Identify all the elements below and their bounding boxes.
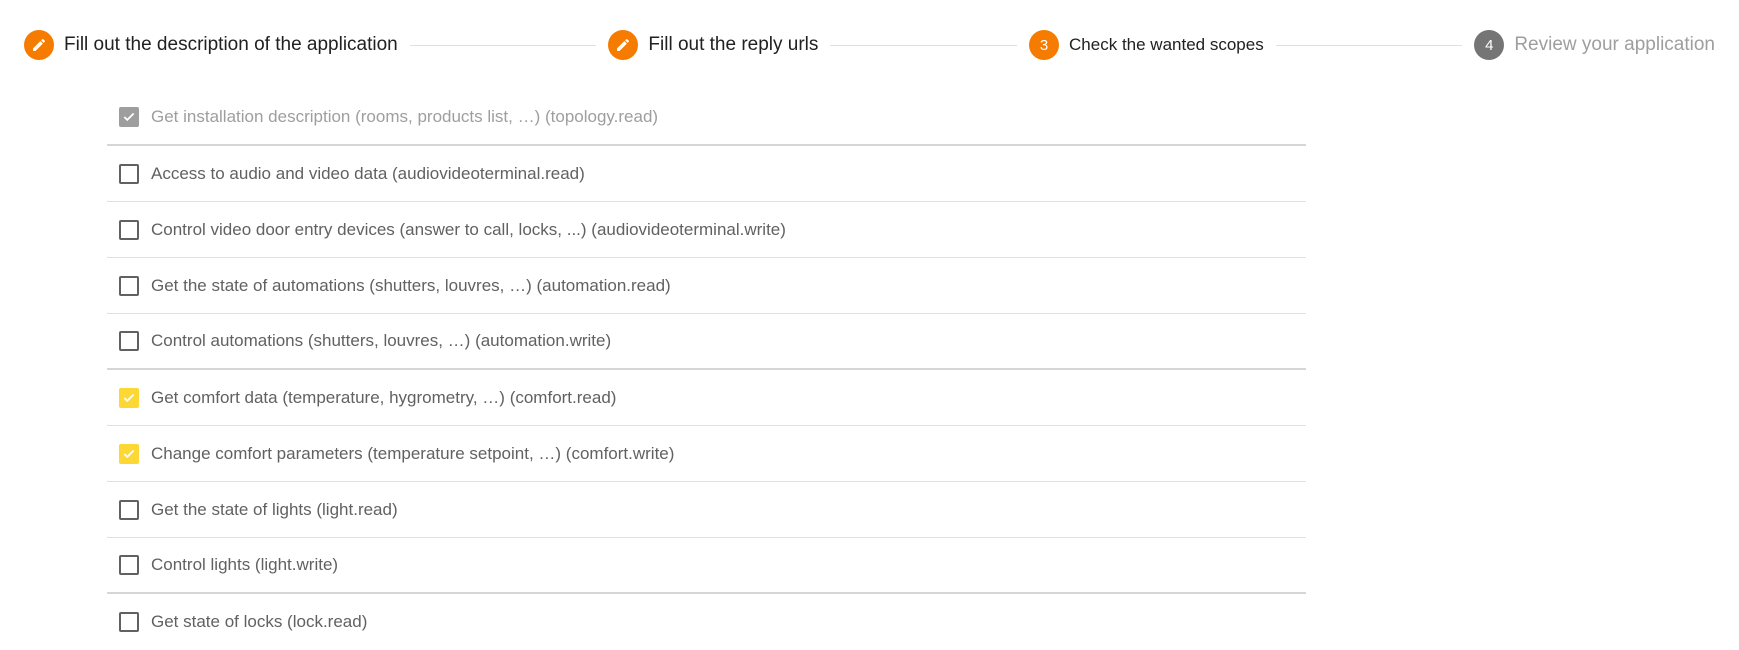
step-label: Check the wanted scopes: [1069, 35, 1264, 54]
step-reply-urls[interactable]: Fill out the reply urls: [608, 30, 818, 60]
scope-label: Get the state of lights (light.read): [151, 499, 398, 519]
scope-comfort-write[interactable]: Change comfort parameters (temperature s…: [107, 426, 1306, 482]
scope-label: Get comfort data (temperature, hygrometr…: [151, 387, 617, 407]
scope-audiovideoterminal-write[interactable]: Control video door entry devices (answer…: [107, 202, 1306, 258]
checkbox: [119, 107, 139, 127]
step-number-badge: 3: [1029, 30, 1060, 60]
pencil-icon: [24, 30, 54, 60]
step-description[interactable]: Fill out the description of the applicat…: [24, 30, 398, 60]
step-number-badge: 4: [1474, 30, 1505, 60]
scope-audiovideoterminal-read[interactable]: Access to audio and video data (audiovid…: [107, 146, 1306, 202]
scope-label: Access to audio and video data (audiovid…: [151, 163, 585, 183]
checkbox[interactable]: [119, 612, 139, 632]
scope-label: Get the state of automations (shutters, …: [151, 275, 671, 295]
scope-automation-write[interactable]: Control automations (shutters, louvres, …: [107, 314, 1306, 370]
checkbox[interactable]: [119, 163, 139, 184]
step-label: Fill out the description of the applicat…: [64, 34, 398, 55]
scope-light-write[interactable]: Control lights (light.write): [107, 538, 1306, 594]
step-review[interactable]: 4 Review your application: [1474, 30, 1715, 60]
scope-label: Get state of locks (lock.read): [151, 612, 368, 631]
scope-lock-read[interactable]: Get state of locks (lock.read): [107, 594, 1306, 650]
scope-list: Get installation description (rooms, pro…: [107, 90, 1306, 650]
pencil-icon: [608, 30, 639, 60]
checkbox[interactable]: [119, 555, 139, 575]
scope-topology-read: Get installation description (rooms, pro…: [107, 90, 1306, 146]
checkbox[interactable]: [119, 331, 139, 351]
scope-label: Change comfort parameters (temperature s…: [151, 443, 675, 463]
scope-label: Control lights (light.write): [151, 555, 339, 574]
scope-label: Control video door entry devices (answer…: [151, 219, 786, 239]
step-connector: [1275, 44, 1463, 46]
step-connector: [830, 44, 1018, 46]
scope-label: Get installation description (rooms, pro…: [151, 107, 659, 126]
scope-automation-read[interactable]: Get the state of automations (shutters, …: [107, 258, 1306, 314]
checkbox[interactable]: [119, 275, 139, 296]
step-label: Review your application: [1514, 34, 1715, 55]
checkbox[interactable]: [119, 499, 139, 520]
scope-label: Control automations (shutters, louvres, …: [151, 331, 612, 350]
checkbox[interactable]: [119, 387, 139, 408]
scope-light-read[interactable]: Get the state of lights (light.read): [107, 482, 1306, 538]
scope-comfort-read[interactable]: Get comfort data (temperature, hygrometr…: [107, 370, 1306, 426]
step-scopes[interactable]: 3 Check the wanted scopes: [1029, 30, 1264, 60]
step-connector: [409, 44, 597, 46]
step-label: Fill out the reply urls: [648, 34, 819, 55]
checkbox[interactable]: [119, 219, 139, 240]
checkbox[interactable]: [119, 443, 139, 464]
stepper: Fill out the description of the applicat…: [0, 0, 1739, 90]
